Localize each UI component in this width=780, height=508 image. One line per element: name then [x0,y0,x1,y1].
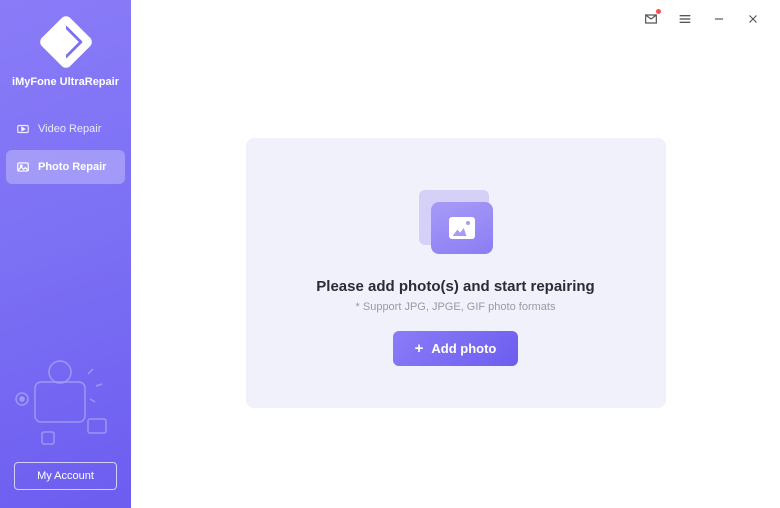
sidebar: iMyFone UltraRepair Video Repair Photo R… [0,0,131,508]
menu-button[interactable] [676,10,694,28]
video-icon [16,122,30,136]
app-logo-icon [37,14,94,71]
photo-folder-icon [411,180,501,260]
inbox-button[interactable] [642,10,660,28]
drop-zone[interactable]: Please add photo(s) and start repairing … [246,138,666,408]
decorative-illustration [0,344,131,454]
sidebar-item-label: Photo Repair [38,161,106,173]
close-button[interactable] [744,10,762,28]
main-area: Please add photo(s) and start repairing … [131,0,780,508]
my-account-button[interactable]: My Account [14,462,117,490]
photo-icon [16,160,30,174]
add-photo-label: Add photo [431,341,496,356]
sidebar-nav: Video Repair Photo Repair [0,106,131,190]
sidebar-item-video-repair[interactable]: Video Repair [6,112,125,146]
content: Please add photo(s) and start repairing … [131,38,780,508]
drop-subtext: * Support JPG, JPGE, GIF photo formats [356,301,556,313]
notification-dot-icon [656,9,661,14]
logo-area: iMyFone UltraRepair [0,0,131,106]
app-title: iMyFone UltraRepair [12,76,119,88]
plus-icon: + [415,341,424,356]
drop-headline: Please add photo(s) and start repairing [316,278,594,295]
titlebar [131,0,780,38]
sidebar-item-label: Video Repair [38,123,101,135]
add-photo-button[interactable]: + Add photo [393,331,519,366]
sidebar-item-photo-repair[interactable]: Photo Repair [6,150,125,184]
minimize-button[interactable] [710,10,728,28]
